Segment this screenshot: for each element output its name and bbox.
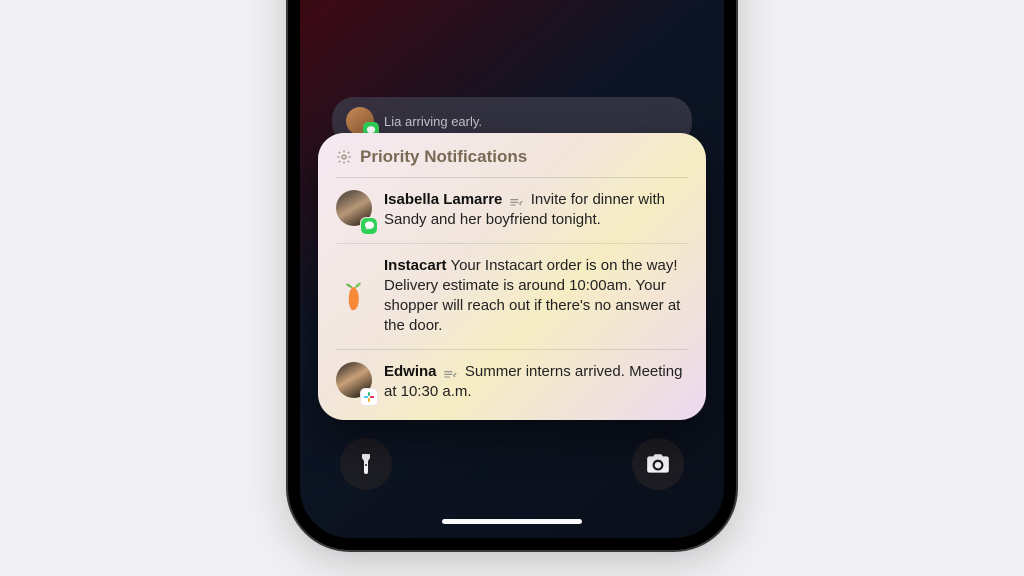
notification-body: Edwina Summer interns arrived. Meeting a… [384,362,688,403]
summary-icon [443,366,459,378]
camera-icon [645,451,671,477]
notification-body: Instacart Your Instacart order is on the… [384,256,688,337]
lock-screen-actions [300,438,724,490]
summary-icon [509,194,525,206]
notification-stack: Lia arriving early. Priority Notificatio… [318,85,706,420]
notification-item[interactable]: Instacart Your Instacart order is on the… [336,244,688,350]
notification-item[interactable]: Edwina Summer interns arrived. Meeting a… [336,350,688,405]
lock-screen: Lia arriving early. Priority Notificatio… [300,0,724,538]
phone-frame: Lia arriving early. Priority Notificatio… [288,0,736,550]
notification-body: Isabella Lamarre Invite for dinner with … [384,190,688,231]
flashlight-button[interactable] [340,438,392,490]
slack-app-icon [360,388,378,406]
home-indicator[interactable] [442,519,582,524]
notification-sender: Isabella Lamarre [384,191,502,208]
flashlight-icon [354,452,378,476]
notification-sender: Edwina [384,363,437,380]
card-header: Priority Notifications [336,147,688,178]
priority-notifications-card[interactable]: Priority Notifications Isabella Lamarre [318,133,706,420]
camera-button[interactable] [632,438,684,490]
instacart-icon [336,256,372,337]
notification-item[interactable]: Isabella Lamarre Invite for dinner with … [336,178,688,244]
messages-app-icon [360,217,378,235]
priority-gear-icon [336,149,352,165]
notification-sender: Instacart [384,257,447,274]
avatar [346,107,374,135]
card-title: Priority Notifications [360,147,527,167]
peek-message: Lia arriving early. [384,114,482,129]
